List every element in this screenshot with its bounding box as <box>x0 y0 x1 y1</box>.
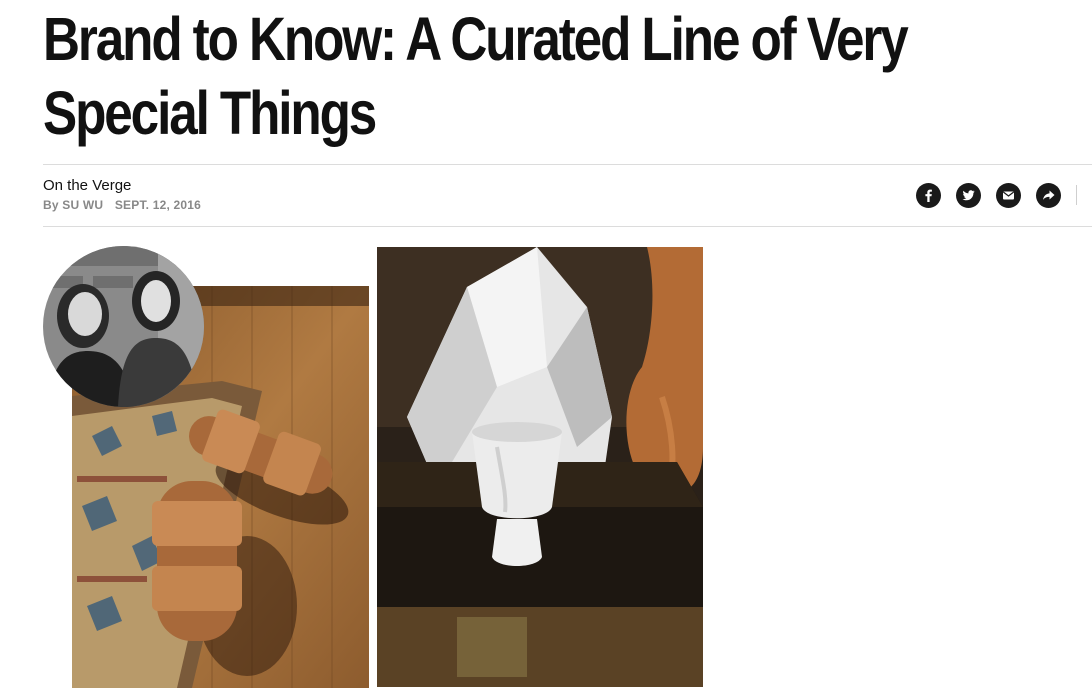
byline: By SU WU SEPT. 12, 2016 <box>43 198 201 212</box>
divider <box>43 226 1092 227</box>
email-icon[interactable] <box>996 183 1021 208</box>
section-link[interactable]: On the Verge <box>43 177 131 194</box>
divider <box>43 164 1092 165</box>
byline-prefix: By <box>43 198 59 212</box>
crystal-cup-photo <box>377 247 703 687</box>
share-divider <box>1076 185 1077 205</box>
article-headline: Brand to Know: A Curated Line of Very Sp… <box>43 5 909 147</box>
founders-portrait <box>43 246 204 407</box>
facebook-icon[interactable] <box>916 183 941 208</box>
author-link[interactable]: SU WU <box>62 198 103 212</box>
share-icon[interactable] <box>1036 183 1061 208</box>
publish-date: SEPT. 12, 2016 <box>114 198 202 212</box>
share-bar <box>916 183 1077 208</box>
twitter-icon[interactable] <box>956 183 981 208</box>
